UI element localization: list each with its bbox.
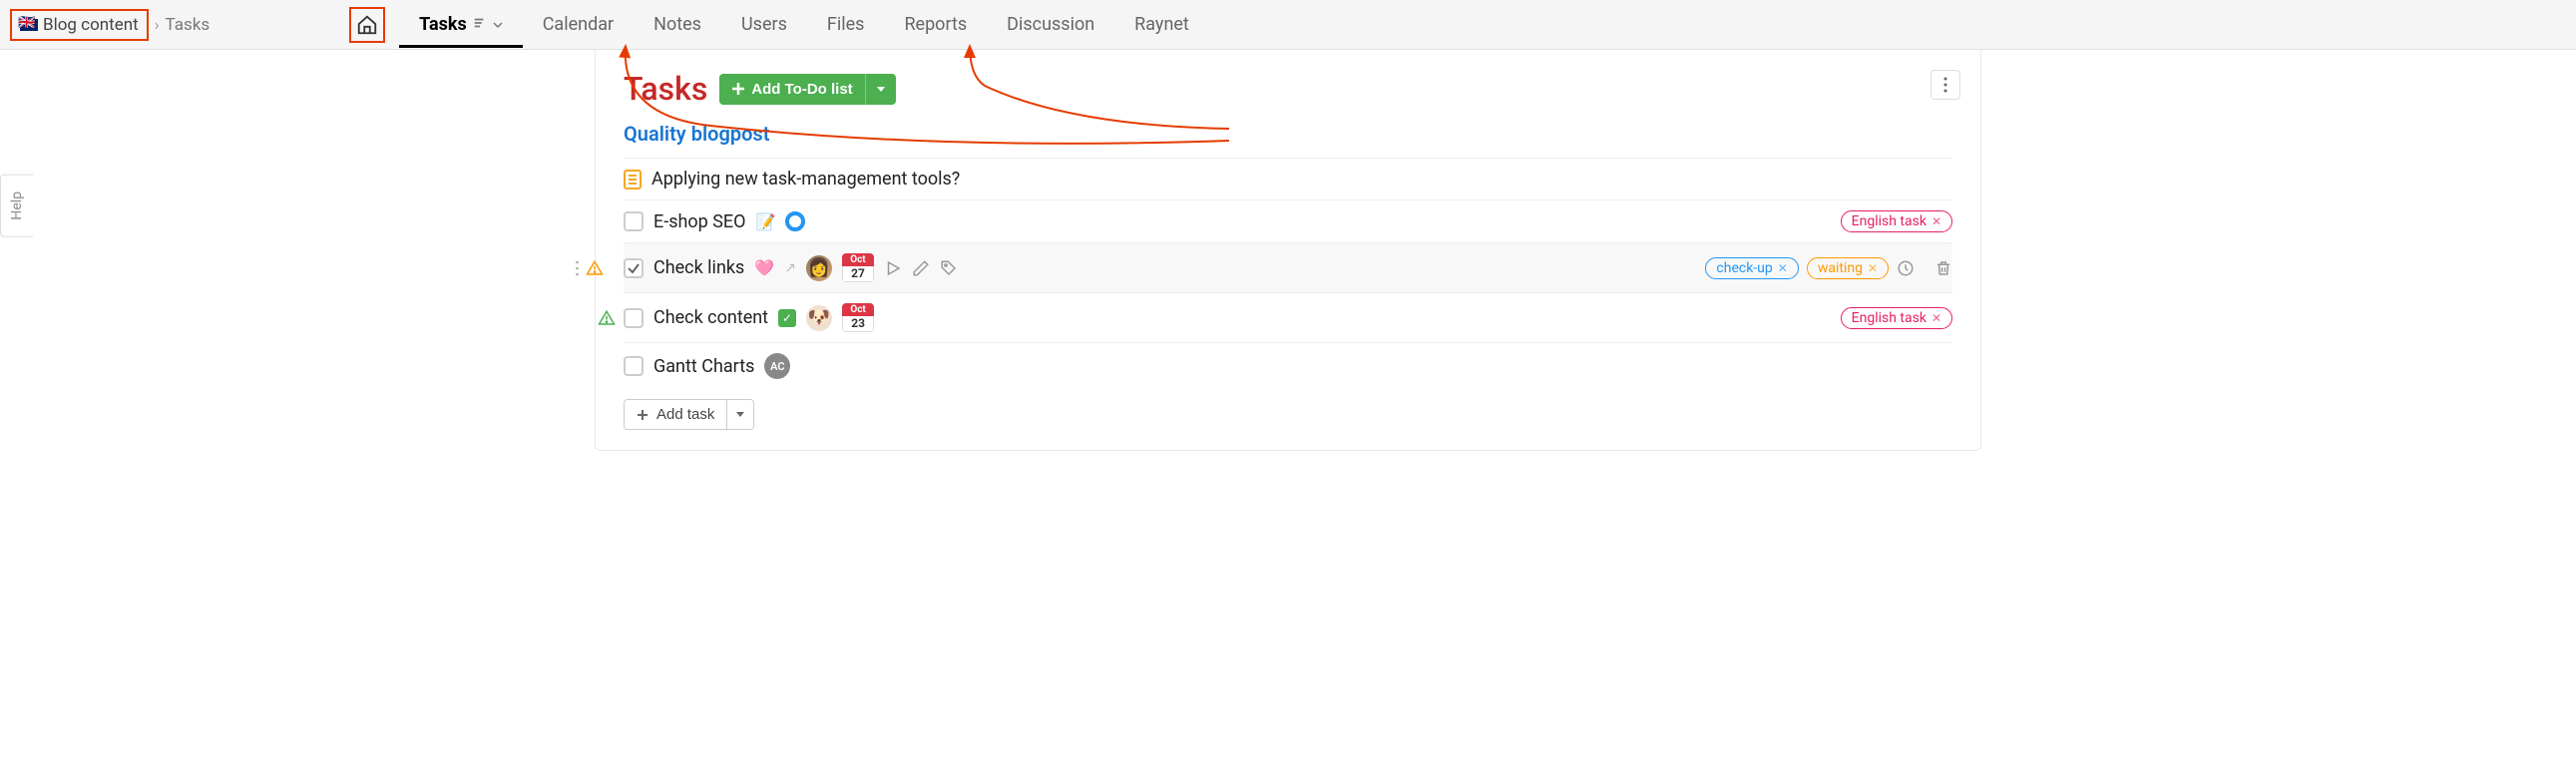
tag-english-task[interactable]: English task ✕ <box>1841 307 1952 329</box>
play-icon[interactable] <box>884 259 902 277</box>
kebab-icon <box>1943 77 1947 93</box>
tab-tasks[interactable]: Tasks <box>399 1 523 48</box>
todo-list-title[interactable]: Quality blogpost <box>624 122 1952 146</box>
plus-icon <box>637 409 648 421</box>
main-content: Tasks Add To-Do list Quality blogpost Ap… <box>595 50 1981 451</box>
tag-icon[interactable] <box>940 259 958 277</box>
breadcrumb: Blog content › Tasks <box>10 9 210 41</box>
breadcrumb-separator: › <box>155 15 160 34</box>
edit-icon[interactable] <box>912 259 930 277</box>
priority-medium-icon <box>586 259 604 277</box>
drag-handle[interactable] <box>576 259 604 277</box>
add-task-dropdown[interactable] <box>727 399 754 430</box>
avatar[interactable]: AC <box>764 353 790 379</box>
check-icon <box>627 261 641 275</box>
tab-label: Users <box>741 14 787 35</box>
avatar[interactable]: 👩 <box>806 255 832 281</box>
top-bar: Blog content › Tasks Tasks Calendar Note… <box>0 0 2576 50</box>
page-title: Tasks <box>624 70 707 108</box>
tag-label: check-up <box>1716 260 1772 276</box>
breadcrumb-current: Tasks <box>166 15 211 35</box>
breadcrumb-project[interactable]: Blog content <box>10 9 149 41</box>
task-title: Gantt Charts <box>653 356 754 377</box>
tab-reports[interactable]: Reports <box>884 1 987 48</box>
breadcrumb-project-label: Blog content <box>43 15 139 35</box>
trash-icon[interactable] <box>1934 259 1952 277</box>
task-actions <box>884 259 958 277</box>
tab-label: Raynet <box>1134 14 1189 35</box>
tab-label: Discussion <box>1007 14 1094 35</box>
tag-waiting[interactable]: waiting ✕ <box>1807 257 1889 279</box>
uk-flag-icon <box>20 19 38 31</box>
date-day: 27 <box>842 266 874 282</box>
attachment-icon: 🩷 <box>754 258 774 277</box>
tab-users[interactable]: Users <box>721 1 807 48</box>
chevron-down-icon[interactable] <box>493 14 503 35</box>
date-day: 23 <box>842 316 874 332</box>
tab-label: Reports <box>904 14 967 35</box>
add-task-row: Add task <box>624 399 1952 430</box>
tab-label: Files <box>827 14 865 35</box>
date-month: Oct <box>842 253 874 266</box>
nav-tabs: Tasks Calendar Notes Users Files Reports… <box>349 1 1209 48</box>
task-title: Applying new task-management tools? <box>651 169 960 190</box>
task-checkbox[interactable] <box>624 356 644 376</box>
grip-icon <box>576 260 582 276</box>
done-mark-icon: ✓ <box>778 309 796 327</box>
tab-label: Calendar <box>543 14 614 35</box>
list-view-icon[interactable] <box>473 14 487 35</box>
task-title: E-shop SEO <box>653 211 746 232</box>
tag-remove-icon[interactable]: ✕ <box>1778 261 1788 275</box>
task-checkbox[interactable] <box>624 211 644 231</box>
home-icon <box>356 14 378 36</box>
tag-remove-icon[interactable]: ✕ <box>1932 311 1941 325</box>
task-title: Check links <box>653 257 744 278</box>
tasks-header: Tasks Add To-Do list <box>624 70 1952 108</box>
caret-down-icon <box>876 84 886 94</box>
external-link-icon[interactable]: ↗ <box>784 260 796 276</box>
task-checkbox[interactable] <box>624 308 644 328</box>
caret-down-icon <box>735 409 745 419</box>
more-menu-button[interactable] <box>1931 70 1960 100</box>
add-todo-dropdown[interactable] <box>865 74 896 105</box>
task-row[interactable]: Gantt Charts AC <box>624 342 1952 389</box>
add-todo-list-button[interactable]: Add To-Do list <box>719 74 864 105</box>
add-task-label: Add task <box>656 406 714 423</box>
date-month: Oct <box>842 303 874 316</box>
tag-remove-icon[interactable]: ✕ <box>1868 261 1878 275</box>
task-title: Check content <box>653 307 768 328</box>
tab-calendar[interactable]: Calendar <box>523 1 634 48</box>
date-badge[interactable]: Oct 27 <box>842 253 874 282</box>
task-row[interactable]: Check links 🩷 ↗ 👩 Oct 27 check-up ✕ wait… <box>624 242 1952 292</box>
date-badge[interactable]: Oct 23 <box>842 303 874 332</box>
note-icon[interactable] <box>624 170 642 190</box>
tag-label: English task <box>1852 213 1927 229</box>
tag-label: waiting <box>1818 260 1863 276</box>
plus-icon <box>731 82 745 96</box>
task-checkbox[interactable] <box>624 258 644 278</box>
tab-raynet[interactable]: Raynet <box>1114 1 1209 48</box>
help-tab[interactable]: Help <box>0 175 33 237</box>
add-task-button[interactable]: Add task <box>624 399 727 430</box>
tag-label: English task <box>1852 310 1927 326</box>
task-row[interactable]: Check content ✓ 🐶 Oct 23 English task ✕ <box>624 292 1952 342</box>
avatar[interactable]: 🐶 <box>806 305 832 331</box>
task-row[interactable]: E-shop SEO 📝 English task ✕ <box>624 199 1952 242</box>
tag-check-up[interactable]: check-up ✕ <box>1705 257 1798 279</box>
tab-label: Notes <box>653 14 701 35</box>
home-button[interactable] <box>349 7 385 43</box>
tag-english-task[interactable]: English task ✕ <box>1841 210 1952 232</box>
tab-notes[interactable]: Notes <box>634 1 721 48</box>
progress-icon <box>785 211 805 231</box>
tag-remove-icon[interactable]: ✕ <box>1932 214 1941 228</box>
tab-discussion[interactable]: Discussion <box>987 1 1114 48</box>
tab-label: Tasks <box>419 14 467 35</box>
add-todo-button-group: Add To-Do list <box>719 74 895 105</box>
task-row[interactable]: Applying new task-management tools? <box>624 158 1952 199</box>
add-todo-label: Add To-Do list <box>751 81 852 98</box>
priority-high-icon <box>598 309 616 327</box>
tab-files[interactable]: Files <box>807 1 885 48</box>
clock-icon[interactable] <box>1897 259 1915 277</box>
memo-icon: 📝 <box>756 212 776 231</box>
